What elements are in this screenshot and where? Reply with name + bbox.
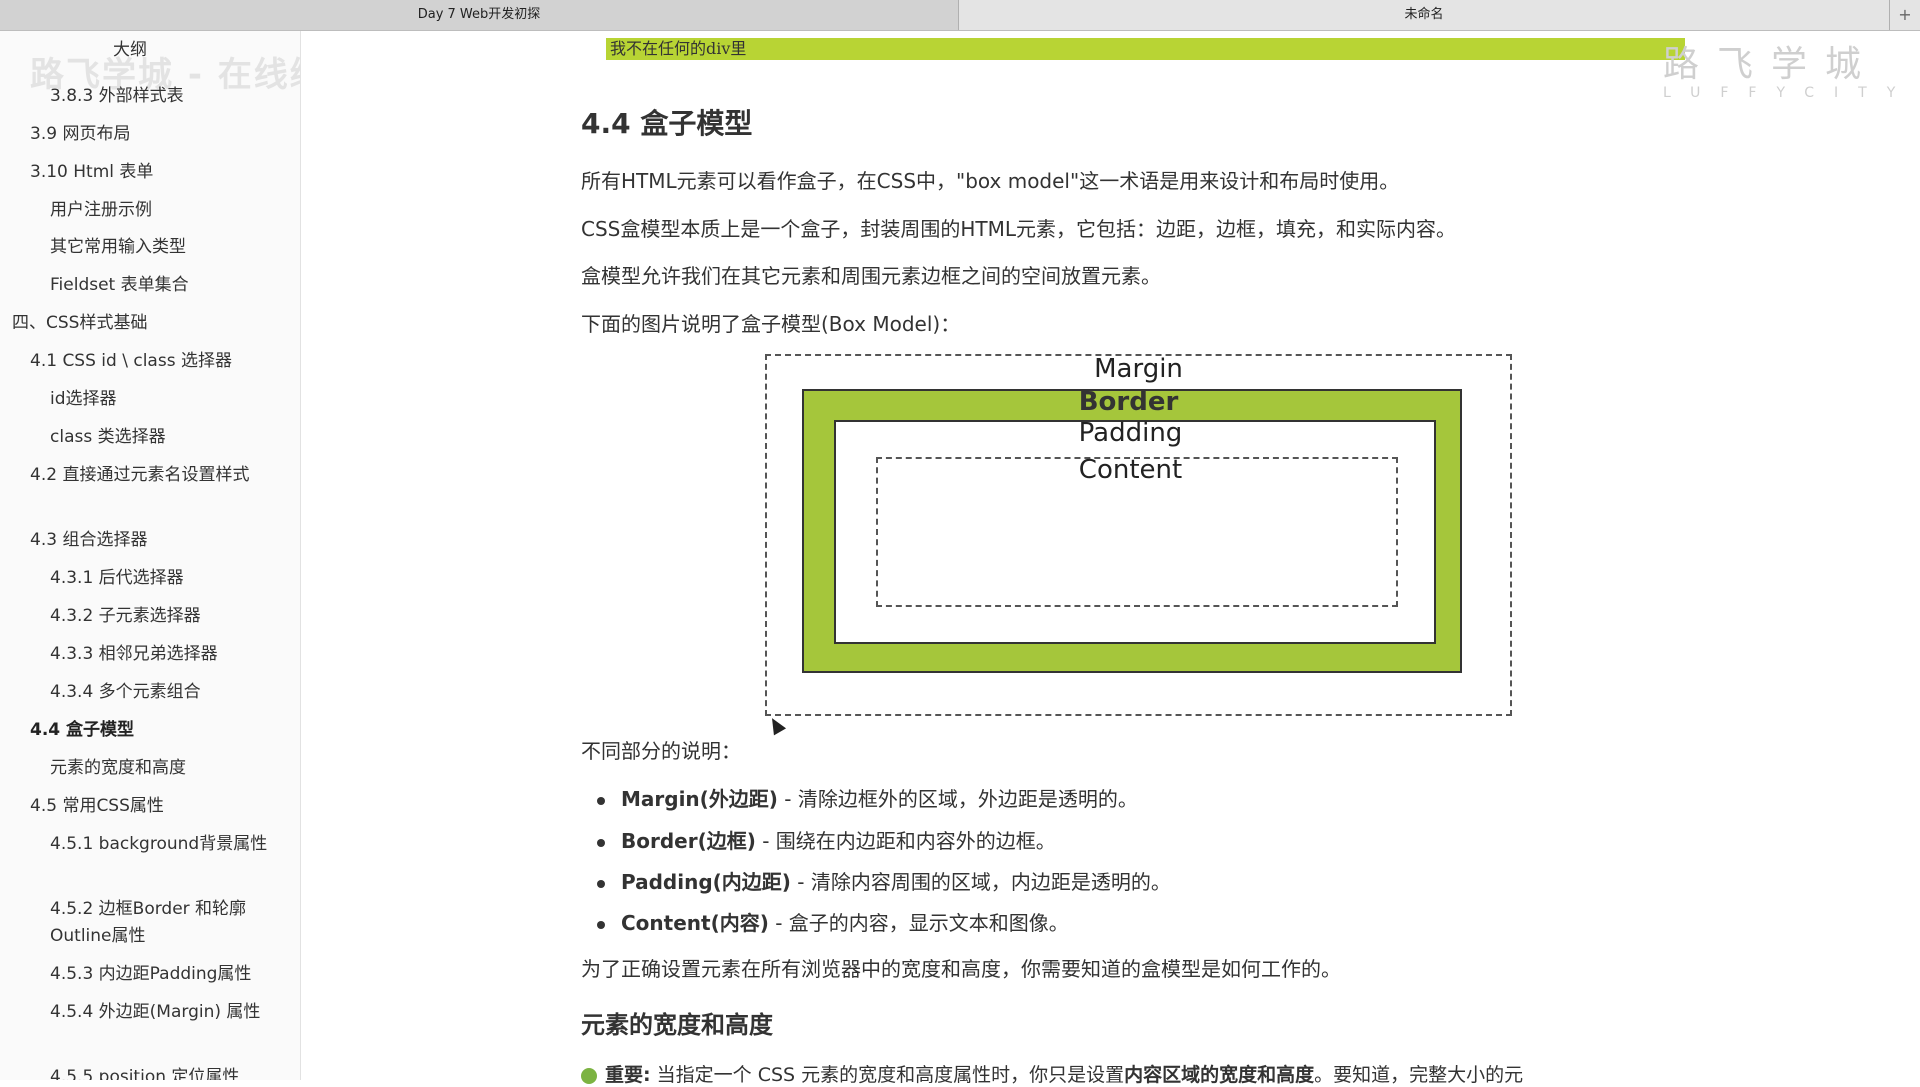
outline-item-4-3-3[interactable]: 4.3.3 相邻兄弟选择器 [50, 641, 218, 668]
section-heading: 4.4 盒子模型 [581, 107, 753, 140]
document-content: 我不在任何的div里 路飞学城 LUFFYCITY 4.4 盒子模型 所有HTM… [301, 31, 1920, 1086]
outline-item-3-9[interactable]: 3.9 网页布局 [30, 121, 130, 148]
outline-item-id-selector[interactable]: id选择器 [50, 386, 117, 413]
bullet-padding: Padding(内边距) - 清除内容周围的区域，内边距是透明的。 [597, 866, 1171, 895]
outline-item-4-2[interactable]: 4.2 直接通过元素名设置样式 [30, 462, 260, 489]
bullet-term: Border(边框) [621, 829, 756, 853]
bullet-term: Content(内容) [621, 911, 769, 935]
paragraph-2: CSS盒模型本质上是一个盒子，封装周围的HTML元素，它包括：边距，边框，填充，… [581, 217, 1457, 241]
brand-logo-en: LUFFYCITY [1663, 85, 1916, 101]
bullet-term: Margin(外边距) [621, 787, 778, 811]
outline-item-4-3-4[interactable]: 4.3.4 多个元素组合 [50, 679, 201, 706]
paragraph-1: 所有HTML元素可以看作盒子，在CSS中，"box model"这一术语是用来设… [581, 169, 1400, 193]
note-bold-text: 内容区域的宽度和高度 [1124, 1064, 1315, 1086]
outline-item-4-3[interactable]: 4.3 组合选择器 [30, 527, 147, 554]
note-icon [581, 1067, 597, 1084]
label-border: Border [1078, 387, 1179, 417]
add-tab-icon[interactable]: + [1889, 0, 1920, 30]
subheading-width-height: 元素的宽度和高度 [581, 1011, 773, 1039]
bullet-icon [597, 920, 605, 929]
note-text-1: 当指定一个 CSS 元素的宽度和高度属性时，你只是设置 [650, 1064, 1125, 1086]
tab-untitled[interactable]: 未命名 [959, 0, 1889, 30]
bullet-desc: - 盒子的内容，显示文本和图像。 [768, 911, 1069, 935]
bullet-term: Padding(内边距) [621, 870, 791, 894]
outline-item-fieldset[interactable]: Fieldset 表单集合 [50, 272, 189, 299]
bullet-icon [597, 879, 605, 888]
outline-item-4-5-4[interactable]: 4.5.4 外边距(Margin) 属性 [50, 999, 280, 1026]
outline-item-4-5-3[interactable]: 4.5.3 内边距Padding属性 [50, 961, 251, 988]
outline-item-input-types[interactable]: 其它常用输入类型 [50, 234, 186, 261]
outline-item-class-selector[interactable]: class 类选择器 [50, 424, 166, 451]
outline-item-css-basics[interactable]: 四、CSS样式基础 [12, 310, 147, 337]
paragraph-3: 盒模型允许我们在其它元素和周围元素边框之间的空间放置元素。 [581, 264, 1161, 288]
outline-sidebar: 路飞学城 - 在线编程 bilibili 大纲 3.8.3 外部样式表 3.9 … [0, 31, 301, 1080]
important-note: 重要: 当指定一个 CSS 元素的宽度和高度属性时，你只是设置内容区域的宽度和高… [581, 1060, 1523, 1087]
outline-item-4-4-active[interactable]: 4.4 盒子模型 [30, 717, 134, 744]
tab-day7[interactable]: Day 7 Web开发初探 [0, 0, 959, 30]
parts-intro: 不同部分的说明： [581, 739, 741, 763]
bullet-icon [597, 796, 605, 805]
outline-item-4-3-1[interactable]: 4.3.1 后代选择器 [50, 565, 184, 592]
bullet-desc: - 围绕在内边距和内容外的边框。 [755, 829, 1056, 853]
tab-bar: Day 7 Web开发初探 未命名 + [0, 0, 1920, 31]
outline-item-3-10[interactable]: 3.10 Html 表单 [30, 159, 153, 186]
outline-title: 大纲 [113, 40, 147, 60]
bullet-icon [597, 838, 605, 847]
outline-item-3-8-3[interactable]: 3.8.3 外部样式表 [50, 83, 184, 110]
outline-item-width-height[interactable]: 元素的宽度和高度 [50, 755, 186, 782]
bullet-margin: Margin(外边距) - 清除边框外的区域，外边距是透明的。 [597, 783, 1138, 812]
bullet-desc: - 清除内容周围的区域，内边距是透明的。 [790, 870, 1171, 894]
closing-paragraph: 为了正确设置元素在所有浏览器中的宽度和高度，你需要知道的盒模型是如何工作的。 [581, 957, 1341, 981]
bullet-border: Border(边框) - 围绕在内边距和内容外的边框。 [597, 825, 1056, 854]
bullet-desc: - 清除边框外的区域，外边距是透明的。 [777, 787, 1138, 811]
outline-item-4-5-5[interactable]: 4.5.5 position 定位属性 [50, 1064, 239, 1080]
brand-logo-cn: 路飞学城 [1663, 44, 1880, 85]
note-text-2: 。要知道，完整大小的元 [1314, 1064, 1524, 1086]
note-label: 重要: [605, 1064, 651, 1086]
outline-item-4-5-2[interactable]: 4.5.2 边框Border 和轮廓Outline属性 [50, 896, 280, 950]
outline-item-4-5-1[interactable]: 4.5.1 background背景属性 [50, 831, 280, 858]
outline-item-4-1[interactable]: 4.1 CSS id \ class 选择器 [30, 348, 232, 375]
outline-item-user-register[interactable]: 用户注册示例 [50, 197, 152, 224]
bullet-content: Content(内容) - 盒子的内容，显示文本和图像。 [597, 907, 1069, 936]
label-margin: Margin [1094, 354, 1183, 384]
green-div-text: 我不在任何的div里 [606, 38, 1685, 60]
label-padding: Padding [1078, 418, 1183, 448]
outline-item-4-3-2[interactable]: 4.3.2 子元素选择器 [50, 603, 201, 630]
mouse-cursor-icon [765, 714, 787, 736]
label-content: Content [1078, 455, 1183, 485]
outline-item-4-5[interactable]: 4.5 常用CSS属性 [30, 793, 164, 820]
paragraph-4: 下面的图片说明了盒子模型(Box Model)： [581, 312, 961, 336]
